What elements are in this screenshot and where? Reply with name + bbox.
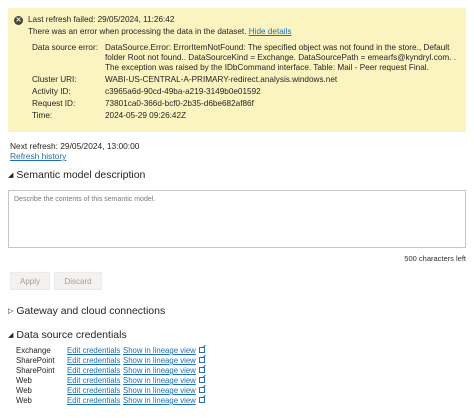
credential-row: Web Edit credentials Show in lineage view <box>16 386 205 396</box>
error-icon: ✕ <box>14 16 23 25</box>
external-link-icon <box>198 347 205 353</box>
credential-row: Web Edit credentials Show in lineage view <box>16 376 205 386</box>
source-name: Web <box>16 386 32 395</box>
char-count: 500 characters left <box>404 254 466 263</box>
source-name: SharePoint <box>16 366 55 375</box>
gateway-section-title: Gateway and cloud connections <box>16 305 166 317</box>
detail-value: WABI-US-CENTRAL-A-PRIMARY-redirect.analy… <box>105 75 338 84</box>
gateway-section-header[interactable]: ▷ Gateway and cloud connections <box>8 305 165 317</box>
description-section-title: Semantic model description <box>16 169 146 181</box>
detail-label: Data source error: <box>32 43 98 52</box>
credential-row: Web Edit credentials Show in lineage view <box>16 396 205 406</box>
external-link-icon <box>198 377 205 383</box>
source-name: Exchange <box>16 346 51 355</box>
error-message: There was an error when processing the d… <box>28 27 292 36</box>
discard-button[interactable]: Discard <box>54 272 102 290</box>
show-lineage-link[interactable]: Show in lineage view <box>123 396 196 405</box>
collapse-icon: ◢ <box>8 172 14 179</box>
edit-credentials-link[interactable]: Edit credentials <box>67 396 123 406</box>
external-link-icon <box>198 397 205 403</box>
external-link-icon <box>198 367 205 373</box>
external-link-icon <box>198 387 205 393</box>
description-textarea[interactable]: Describe the contents of this semantic m… <box>8 190 466 248</box>
edit-credentials-link[interactable]: Edit credentials <box>67 366 123 376</box>
detail-label: Activity ID: <box>32 87 71 96</box>
credential-row: Exchange Edit credentials Show in lineage … <box>16 346 205 356</box>
apply-button[interactable]: Apply <box>10 272 50 290</box>
credentials-section-header[interactable]: ◢ Data source credentials <box>8 329 127 341</box>
hide-details-link[interactable]: Hide details <box>249 27 292 36</box>
source-name: Web <box>16 396 32 405</box>
edit-credentials-link[interactable]: Edit credentials <box>67 386 123 396</box>
description-section-header[interactable]: ◢ Semantic model description <box>8 169 145 181</box>
refresh-history-link[interactable]: Refresh history <box>10 151 66 161</box>
credential-row: SharePoint Edit credentials Show in lineag… <box>16 356 205 366</box>
refresh-error-banner: ✕ Last refresh failed: 29/05/2024, 11:26… <box>8 8 466 132</box>
detail-value: 73801ca0-366d-bcf0-2b35-d6be682af86f <box>105 99 254 108</box>
edit-credentials-link[interactable]: Edit credentials <box>67 346 123 356</box>
detail-label: Request ID: <box>32 99 76 108</box>
source-name: SharePoint <box>16 356 55 365</box>
edit-credentials-link[interactable]: Edit credentials <box>67 356 123 366</box>
show-lineage-link[interactable]: Show in lineage view <box>123 386 196 395</box>
description-placeholder: Describe the contents of this semantic m… <box>14 196 156 203</box>
refresh-status: Last refresh failed: 29/05/2024, 11:26:4… <box>28 15 175 24</box>
source-name: Web <box>16 376 32 385</box>
detail-label: Time: <box>32 111 53 120</box>
show-lineage-link[interactable]: Show in lineage view <box>123 346 196 355</box>
detail-label: Cluster URI: <box>32 75 77 84</box>
show-lineage-link[interactable]: Show in lineage view <box>123 366 196 375</box>
show-lineage-link[interactable]: Show in lineage view <box>123 376 196 385</box>
credentials-section-title: Data source credentials <box>16 329 127 341</box>
next-refresh-text: Next refresh: 29/05/2024, 13:00:00 <box>10 141 140 151</box>
expand-icon: ▷ <box>8 308 14 315</box>
edit-credentials-link[interactable]: Edit credentials <box>67 376 123 386</box>
show-lineage-link[interactable]: Show in lineage view <box>123 356 196 365</box>
external-link-icon <box>198 357 205 363</box>
detail-value: DataSource.Error: ErrorItemNotFound: The… <box>105 43 457 72</box>
collapse-icon: ◢ <box>8 332 14 339</box>
detail-value: c3965a6d-90cd-49ba-a219-3149b0e01592 <box>105 87 261 96</box>
credential-row: SharePoint Edit credentials Show in lineag… <box>16 366 205 376</box>
detail-value: 2024-05-29 09:26:42Z <box>105 111 187 120</box>
